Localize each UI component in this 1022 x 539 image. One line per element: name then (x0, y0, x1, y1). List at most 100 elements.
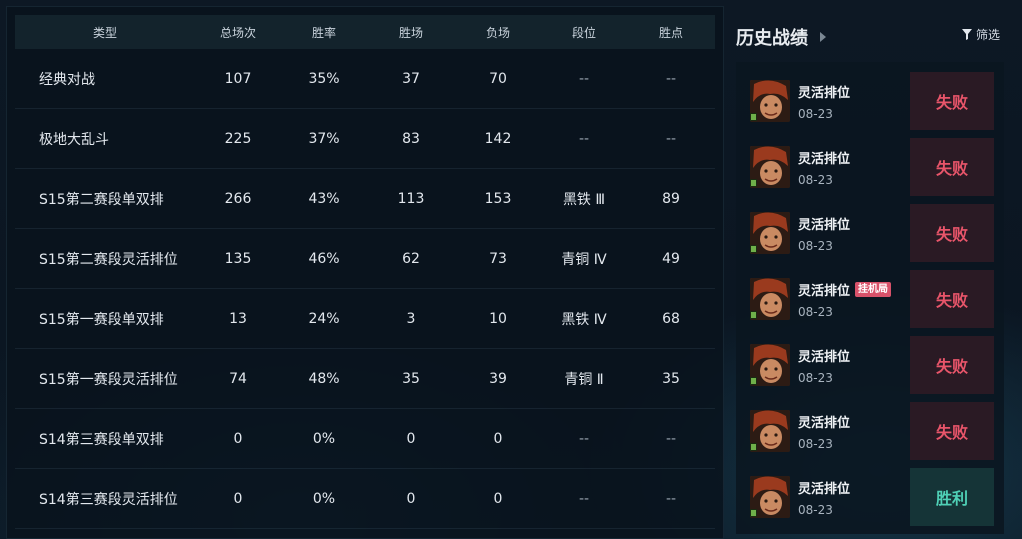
cell-type: S15第二赛段灵活排位 (39, 251, 178, 268)
cell-type: 经典对战 (39, 71, 95, 88)
cell-type: S14第三赛段单双排 (39, 431, 164, 448)
level-badge (750, 245, 757, 253)
match-mode: 灵活排位 挂机局 (798, 280, 892, 299)
column-header-total[interactable]: 总场次 (195, 24, 281, 41)
cell-total: 0 (233, 430, 243, 447)
match-info: 灵活排位 挂机局 08-23 (798, 278, 892, 320)
cell-losses: 10 (489, 310, 507, 327)
cell-wins: 35 (402, 370, 420, 387)
match-info: 灵活排位 08-23 (798, 146, 850, 188)
column-header-lp[interactable]: 胜点 (627, 24, 715, 41)
column-header-type[interactable]: 类型 (15, 24, 195, 41)
cell-losses: 0 (493, 490, 503, 507)
column-header-wins[interactable]: 胜场 (367, 24, 455, 41)
table-row: S15第一赛段灵活排位 74 48% 35 39 青铜 Ⅱ 35 (15, 349, 715, 409)
match-date: 08-23 (798, 436, 833, 451)
level-badge (750, 179, 757, 187)
cell-wins: 0 (406, 430, 416, 447)
match-info: 灵活排位 08-23 (798, 80, 850, 122)
match-mode-text: 灵活排位 (798, 349, 851, 365)
cell-total: 225 (224, 130, 252, 147)
cell-losses: 142 (484, 130, 512, 147)
cell-losses: 73 (489, 250, 507, 267)
match-result: 失败 (910, 72, 994, 130)
level-badge (750, 443, 757, 451)
match-item[interactable]: 灵活排位 08-23 失败 (744, 402, 994, 460)
match-item[interactable]: 灵活排位 08-23 失败 (744, 138, 994, 196)
column-header-winrate[interactable]: 胜率 (281, 24, 367, 41)
cell-type: 极地大乱斗 (39, 131, 109, 148)
cell-tier: 青铜 Ⅳ (561, 251, 607, 268)
cell-winrate: 43% (308, 190, 340, 207)
cell-lp: -- (665, 70, 677, 87)
cell-tier: 黑铁 Ⅳ (561, 311, 607, 328)
cell-total: 13 (229, 310, 247, 327)
match-item[interactable]: 灵活排位 08-23 失败 (744, 204, 994, 262)
cell-winrate: 24% (308, 310, 340, 327)
champion-avatar (750, 410, 790, 452)
column-header-tier[interactable]: 段位 (541, 24, 627, 41)
match-date: 08-23 (798, 172, 833, 187)
cell-wins: 37 (402, 70, 420, 87)
cell-winrate: 48% (308, 370, 340, 387)
table-row: 经典对战 107 35% 37 70 -- -- (15, 49, 715, 109)
match-mode-text: 灵活排位 (798, 283, 851, 299)
cell-tier: -- (578, 130, 590, 147)
match-info: 灵活排位 08-23 (798, 476, 850, 518)
table-row: S15第二赛段单双排 266 43% 113 153 黑铁 Ⅲ 89 (15, 169, 715, 229)
champion-avatar (750, 344, 790, 386)
cell-winrate: 37% (308, 130, 340, 147)
cell-losses: 70 (489, 70, 507, 87)
champion-avatar (750, 80, 790, 122)
filter-button[interactable]: 筛选 (962, 26, 1000, 43)
match-mode-text: 灵活排位 (798, 217, 851, 233)
match-mode-text: 灵活排位 (798, 415, 851, 431)
cell-type: S15第一赛段灵活排位 (39, 371, 178, 388)
table-row: S14第三赛段单双排 0 0% 0 0 -- -- (15, 409, 715, 469)
match-date: 08-23 (798, 238, 833, 253)
match-date: 08-23 (798, 304, 833, 319)
match-info: 灵活排位 08-23 (798, 344, 850, 386)
match-item[interactable]: 灵活排位 08-23 胜利 (744, 468, 994, 526)
cell-type: S15第二赛段单双排 (39, 191, 164, 208)
cell-type: S14第三赛段灵活排位 (39, 491, 178, 508)
history-title-text: 历史战绩 (736, 28, 808, 49)
cell-lp: 49 (662, 250, 680, 267)
match-item[interactable]: 灵活排位 08-23 失败 (744, 72, 994, 130)
match-info: 灵活排位 08-23 (798, 212, 850, 254)
cell-winrate: 0% (312, 490, 336, 507)
cell-lp: 68 (662, 310, 680, 327)
match-item[interactable]: 灵活排位 挂机局 08-23 失败 (744, 270, 994, 328)
history-title[interactable]: 历史战绩 (736, 24, 826, 50)
match-mode: 灵活排位 (798, 478, 850, 497)
filter-icon (962, 29, 972, 40)
match-item[interactable]: 灵活排位 08-23 失败 (744, 336, 994, 394)
match-result: 失败 (910, 204, 994, 262)
match-mode-text: 灵活排位 (798, 481, 851, 497)
cell-total: 135 (224, 250, 252, 267)
match-date: 08-23 (798, 106, 833, 121)
cell-tier: -- (578, 490, 590, 507)
cell-wins: 113 (397, 190, 425, 207)
match-result: 失败 (910, 270, 994, 328)
cell-losses: 153 (484, 190, 512, 207)
cell-tier: -- (578, 430, 590, 447)
match-result: 失败 (910, 336, 994, 394)
cell-losses: 0 (493, 430, 503, 447)
cell-type: S15第一赛段单双排 (39, 311, 164, 328)
match-result: 失败 (910, 402, 994, 460)
cell-lp: 35 (662, 370, 680, 387)
column-header-losses[interactable]: 负场 (455, 24, 541, 41)
table-header: 类型 总场次 胜率 胜场 负场 段位 胜点 (15, 15, 715, 49)
app-root: 类型 总场次 胜率 胜场 负场 段位 胜点 经典对战 107 35% 37 70… (0, 0, 1022, 539)
cell-tier: 青铜 Ⅱ (564, 371, 604, 388)
table-row: S14第三赛段灵活排位 0 0% 0 0 -- -- (15, 469, 715, 529)
cell-wins: 0 (406, 490, 416, 507)
level-badge (750, 377, 757, 385)
match-result: 失败 (910, 138, 994, 196)
cell-total: 0 (233, 490, 243, 507)
match-mode-text: 灵活排位 (798, 151, 851, 167)
match-date: 08-23 (798, 502, 833, 517)
champion-avatar (750, 212, 790, 254)
cell-winrate: 35% (308, 70, 340, 87)
